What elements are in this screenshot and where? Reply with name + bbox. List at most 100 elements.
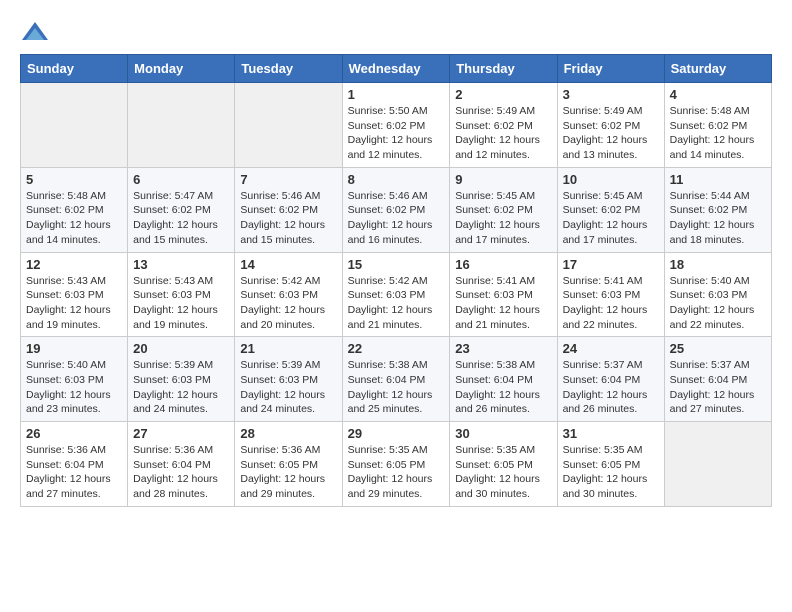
- calendar-week-row: 1Sunrise: 5:50 AM Sunset: 6:02 PM Daylig…: [21, 83, 772, 168]
- day-number: 21: [240, 341, 336, 356]
- day-number: 29: [348, 426, 445, 441]
- day-info: Sunrise: 5:37 AM Sunset: 6:04 PM Dayligh…: [670, 358, 766, 417]
- calendar-header-row: SundayMondayTuesdayWednesdayThursdayFrid…: [21, 55, 772, 83]
- calendar-cell: 31 Sunrise: 5:35 AM Sunset: 6:05 PM Dayli…: [557, 422, 664, 507]
- calendar-cell: 19Sunrise: 5:40 AM Sunset: 6:03 PM Dayli…: [21, 337, 128, 422]
- calendar-cell: 16 Sunrise: 5:41 AM Sunset: 6:03 PM Dayli…: [450, 252, 557, 337]
- page-header: [20, 20, 772, 44]
- day-number: 19: [26, 341, 122, 356]
- logo: [20, 20, 54, 44]
- day-info: Sunrise: 5:45 AM Sunset: 6:02 PM Dayligh…: [455, 189, 551, 248]
- calendar-cell: 18Sunrise: 5:40 AM Sunset: 6:03 PM Dayli…: [664, 252, 771, 337]
- day-info: Sunrise: 5:42 AM Sunset: 6:03 PM Dayligh…: [240, 274, 336, 333]
- day-number: 25: [670, 341, 766, 356]
- day-number: 24: [563, 341, 659, 356]
- day-number: 30: [455, 426, 551, 441]
- calendar-cell: [235, 83, 342, 168]
- day-info: Sunrise: 5:41 AM Sunset: 6:03 PM Dayligh…: [455, 274, 551, 333]
- calendar-cell: 27 Sunrise: 5:36 AM Sunset: 6:04 PM Dayli…: [128, 422, 235, 507]
- day-info: Sunrise: 5:50 AM Sunset: 6:02 PM Dayligh…: [348, 104, 445, 163]
- day-number: 2: [455, 87, 551, 102]
- calendar-cell: 1Sunrise: 5:50 AM Sunset: 6:02 PM Daylig…: [342, 83, 450, 168]
- calendar-week-row: 5 Sunrise: 5:48 AM Sunset: 6:02 PM Daylig…: [21, 167, 772, 252]
- day-number: 4: [670, 87, 766, 102]
- day-info: Sunrise: 5:36 AM Sunset: 6:04 PM Dayligh…: [133, 443, 229, 502]
- calendar-cell: 7Sunrise: 5:46 AM Sunset: 6:02 PM Daylig…: [235, 167, 342, 252]
- day-info: Sunrise: 5:46 AM Sunset: 6:02 PM Dayligh…: [348, 189, 445, 248]
- weekday-header: Friday: [557, 55, 664, 83]
- day-number: 8: [348, 172, 445, 187]
- day-info: Sunrise: 5:40 AM Sunset: 6:03 PM Dayligh…: [670, 274, 766, 333]
- calendar-cell: 17 Sunrise: 5:41 AM Sunset: 6:03 PM Dayli…: [557, 252, 664, 337]
- calendar-cell: 5 Sunrise: 5:48 AM Sunset: 6:02 PM Daylig…: [21, 167, 128, 252]
- day-info: Sunrise: 5:37 AM Sunset: 6:04 PM Dayligh…: [563, 358, 659, 417]
- calendar-cell: 30 Sunrise: 5:35 AM Sunset: 6:05 PM Dayli…: [450, 422, 557, 507]
- calendar-cell: 22 Sunrise: 5:38 AM Sunset: 6:04 PM Dayli…: [342, 337, 450, 422]
- day-number: 28: [240, 426, 336, 441]
- calendar-cell: 4 Sunrise: 5:48 AM Sunset: 6:02 PM Daylig…: [664, 83, 771, 168]
- day-info: Sunrise: 5:43 AM Sunset: 6:03 PM Dayligh…: [26, 274, 122, 333]
- day-number: 11: [670, 172, 766, 187]
- calendar-cell: 9Sunrise: 5:45 AM Sunset: 6:02 PM Daylig…: [450, 167, 557, 252]
- day-number: 22: [348, 341, 445, 356]
- day-number: 6: [133, 172, 229, 187]
- calendar-cell: 23 Sunrise: 5:38 AM Sunset: 6:04 PM Dayli…: [450, 337, 557, 422]
- day-info: Sunrise: 5:48 AM Sunset: 6:02 PM Dayligh…: [26, 189, 122, 248]
- day-number: 27: [133, 426, 229, 441]
- day-number: 26: [26, 426, 122, 441]
- day-info: Sunrise: 5:49 AM Sunset: 6:02 PM Dayligh…: [455, 104, 551, 163]
- day-info: Sunrise: 5:43 AM Sunset: 6:03 PM Dayligh…: [133, 274, 229, 333]
- day-info: Sunrise: 5:46 AM Sunset: 6:02 PM Dayligh…: [240, 189, 336, 248]
- calendar-cell: 26 Sunrise: 5:36 AM Sunset: 6:04 PM Dayli…: [21, 422, 128, 507]
- day-number: 10: [563, 172, 659, 187]
- day-number: 17: [563, 257, 659, 272]
- day-info: Sunrise: 5:38 AM Sunset: 6:04 PM Dayligh…: [455, 358, 551, 417]
- calendar-cell: [664, 422, 771, 507]
- day-info: Sunrise: 5:41 AM Sunset: 6:03 PM Dayligh…: [563, 274, 659, 333]
- calendar-table: SundayMondayTuesdayWednesdayThursdayFrid…: [20, 54, 772, 507]
- calendar-cell: 12 Sunrise: 5:43 AM Sunset: 6:03 PM Dayli…: [21, 252, 128, 337]
- day-number: 12: [26, 257, 122, 272]
- calendar-cell: 8 Sunrise: 5:46 AM Sunset: 6:02 PM Daylig…: [342, 167, 450, 252]
- day-number: 20: [133, 341, 229, 356]
- day-info: Sunrise: 5:45 AM Sunset: 6:02 PM Dayligh…: [563, 189, 659, 248]
- day-info: Sunrise: 5:49 AM Sunset: 6:02 PM Dayligh…: [563, 104, 659, 163]
- calendar-week-row: 26 Sunrise: 5:36 AM Sunset: 6:04 PM Dayli…: [21, 422, 772, 507]
- day-number: 31: [563, 426, 659, 441]
- day-info: Sunrise: 5:48 AM Sunset: 6:02 PM Dayligh…: [670, 104, 766, 163]
- calendar-cell: 28 Sunrise: 5:36 AM Sunset: 6:05 PM Dayli…: [235, 422, 342, 507]
- day-info: Sunrise: 5:39 AM Sunset: 6:03 PM Dayligh…: [133, 358, 229, 417]
- weekday-header: Wednesday: [342, 55, 450, 83]
- calendar-cell: 15 Sunrise: 5:42 AM Sunset: 6:03 PM Dayli…: [342, 252, 450, 337]
- calendar-cell: 13Sunrise: 5:43 AM Sunset: 6:03 PM Dayli…: [128, 252, 235, 337]
- day-info: Sunrise: 5:36 AM Sunset: 6:04 PM Dayligh…: [26, 443, 122, 502]
- calendar-cell: [21, 83, 128, 168]
- day-info: Sunrise: 5:36 AM Sunset: 6:05 PM Dayligh…: [240, 443, 336, 502]
- day-info: Sunrise: 5:39 AM Sunset: 6:03 PM Dayligh…: [240, 358, 336, 417]
- calendar-cell: 11 Sunrise: 5:44 AM Sunset: 6:02 PM Dayli…: [664, 167, 771, 252]
- day-number: 23: [455, 341, 551, 356]
- day-info: Sunrise: 5:35 AM Sunset: 6:05 PM Dayligh…: [455, 443, 551, 502]
- calendar-cell: 10 Sunrise: 5:45 AM Sunset: 6:02 PM Dayli…: [557, 167, 664, 252]
- day-number: 5: [26, 172, 122, 187]
- weekday-header: Tuesday: [235, 55, 342, 83]
- calendar-cell: 25 Sunrise: 5:37 AM Sunset: 6:04 PM Dayli…: [664, 337, 771, 422]
- calendar-week-row: 19Sunrise: 5:40 AM Sunset: 6:03 PM Dayli…: [21, 337, 772, 422]
- weekday-header: Thursday: [450, 55, 557, 83]
- day-number: 15: [348, 257, 445, 272]
- logo-icon: [20, 20, 50, 44]
- day-info: Sunrise: 5:38 AM Sunset: 6:04 PM Dayligh…: [348, 358, 445, 417]
- calendar-cell: 20 Sunrise: 5:39 AM Sunset: 6:03 PM Dayli…: [128, 337, 235, 422]
- day-info: Sunrise: 5:44 AM Sunset: 6:02 PM Dayligh…: [670, 189, 766, 248]
- day-number: 3: [563, 87, 659, 102]
- weekday-header: Monday: [128, 55, 235, 83]
- day-info: Sunrise: 5:35 AM Sunset: 6:05 PM Dayligh…: [563, 443, 659, 502]
- day-info: Sunrise: 5:35 AM Sunset: 6:05 PM Dayligh…: [348, 443, 445, 502]
- calendar-cell: 24 Sunrise: 5:37 AM Sunset: 6:04 PM Dayli…: [557, 337, 664, 422]
- weekday-header: Sunday: [21, 55, 128, 83]
- day-number: 16: [455, 257, 551, 272]
- calendar-cell: 29 Sunrise: 5:35 AM Sunset: 6:05 PM Dayli…: [342, 422, 450, 507]
- calendar-cell: 21 Sunrise: 5:39 AM Sunset: 6:03 PM Dayli…: [235, 337, 342, 422]
- day-info: Sunrise: 5:42 AM Sunset: 6:03 PM Dayligh…: [348, 274, 445, 333]
- calendar-week-row: 12 Sunrise: 5:43 AM Sunset: 6:03 PM Dayli…: [21, 252, 772, 337]
